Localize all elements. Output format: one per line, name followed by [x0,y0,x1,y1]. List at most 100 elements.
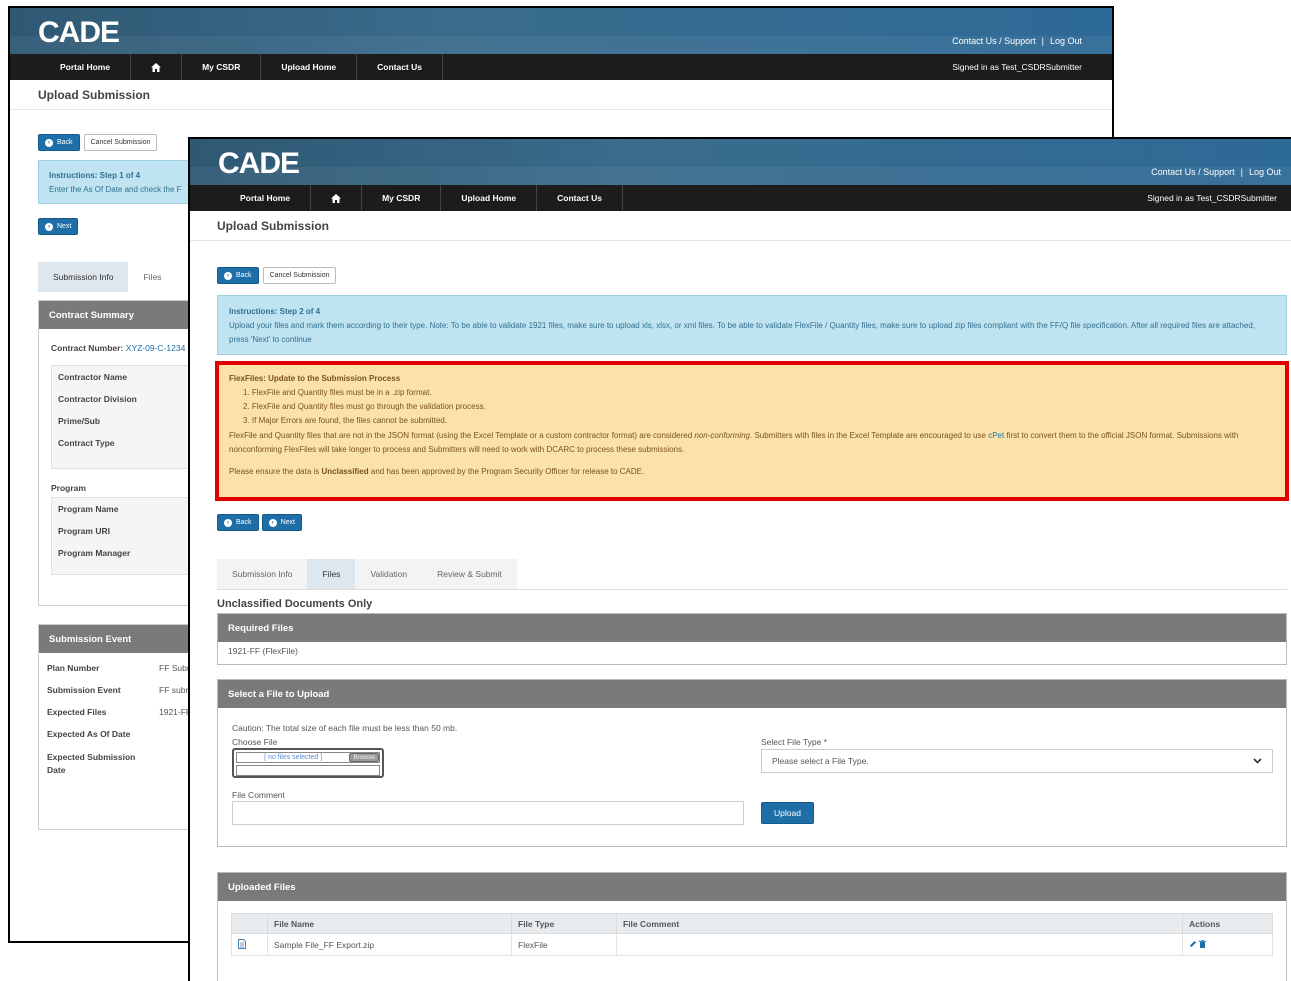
nav-portal-home[interactable]: Portal Home [190,185,312,211]
flexfile-notice-paragraph: FlexFile and Quantity files that are not… [229,431,1239,454]
required-files-title: Required Files [218,614,1286,642]
file-icon [231,933,268,956]
select-file-panel: Select a File to Upload Caution: The tot… [217,679,1287,847]
contractor-name-label: Contractor Name [58,372,127,382]
signed-in-status: Signed in as Test_CSDRSubmitter [1147,193,1277,203]
nav-portal-home[interactable]: Portal Home [10,54,132,80]
cancel-submission-button[interactable]: Cancel Submission [83,134,158,151]
logout-link[interactable]: Log Out [1050,36,1082,46]
submission-event-panel: Submission Event Plan Number FF Subm Sub… [38,624,208,830]
nav-my-csdr[interactable]: My CSDR [362,185,442,211]
contract-number-label: Contract Number: [51,343,124,353]
program-manager-label: Program Manager [58,548,131,558]
edit-pencil-icon[interactable] [1189,940,1199,950]
nav-contact-us[interactable]: Contact Us [537,185,623,211]
uploaded-files-panel: Uploaded Files File Name File Type File … [217,872,1287,981]
flexfile-notice-item: 1. FlexFile and Quantity files must be i… [243,388,432,397]
contractor-division-label: Contractor Division [58,394,137,404]
uploaded-files-table: File Name File Type File Comment Actions… [231,913,1273,956]
cpet-link[interactable]: cPet [988,431,1004,440]
unclassified-notice: Please ensure the data is Unclassified a… [229,467,645,476]
main-nav: Portal Home My CSDR Upload Home Contact … [10,54,1112,80]
logout-link[interactable]: Log Out [1249,167,1281,177]
expected-files-row: Expected Files 1921-FF [47,707,192,717]
instructions-box: Instructions: Step 2 of 4 Upload your fi… [217,295,1287,355]
page-title: Upload Submission [190,211,1291,241]
upload-button[interactable]: Upload [761,802,814,824]
tab-review-submit[interactable]: Review & Submit [422,559,517,589]
table-header-row: File Name File Type File Comment Actions [231,913,1273,934]
flexfile-notice-item: 3. If Major Errors are found, the files … [243,416,448,425]
arrow-left-icon: ‹ [45,138,53,147]
contract-number-link[interactable]: XYZ-09-C-1234 [126,343,186,353]
arrow-right-icon: › [45,222,53,231]
next-button[interactable]: › Next [38,218,79,235]
contact-support-link[interactable]: Contact Us / Support [952,36,1036,46]
foreground-window: CADE Contact Us / Support | Log Out Port… [188,137,1291,981]
arrow-left-icon: ‹ [224,271,232,280]
table-row: Sample File_FF Export.zip FlexFile [231,933,1273,956]
nav-my-csdr[interactable]: My CSDR [182,54,262,80]
nav-upload-home[interactable]: Upload Home [261,54,358,80]
link-separator: | [1240,167,1243,177]
tab-validation[interactable]: Validation [355,559,423,589]
caution-text: Caution: The total size of each file mus… [232,723,458,733]
no-files-text: [ no files selected ] [264,754,323,761]
file-chooser[interactable]: [ no files selected ] Browse [232,748,384,778]
file-comment-header: File Comment [616,913,1183,934]
expected-submission-date-row: Expected Submission Date [47,752,136,775]
home-icon[interactable] [131,54,183,80]
back-button[interactable]: ‹ Back [217,267,259,284]
brand-header: CADE Contact Us / Support | Log Out [190,139,1291,185]
expected-as-of-date-row: Expected As Of Date [47,729,131,739]
cade-logo: CADE [218,147,300,179]
cancel-submission-button[interactable]: Cancel Submission [262,267,337,284]
program-name-label: Program Name [58,504,119,514]
link-separator: | [1041,36,1044,46]
file-type-cell: FlexFile [511,933,617,956]
submission-event-row: Submission Event FF subm [47,685,193,695]
contract-summary-title: Contract Summary [39,301,207,329]
tab-submission-info[interactable]: Submission Info [217,559,308,589]
actions-header: Actions [1182,913,1273,934]
browse-button[interactable]: Browse [349,753,379,762]
nav-upload-home[interactable]: Upload Home [441,185,538,211]
chevron-down-icon [1253,756,1262,766]
prime-sub-label: Prime/Sub [58,416,101,426]
svg-text:CADE: CADE [38,16,119,48]
step-tabs: Submission Info Files Validation Review … [217,559,1287,590]
contract-summary-panel: Contract Summary Contract Number: XYZ-09… [38,300,208,606]
home-icon[interactable] [311,185,363,211]
cade-logo: CADE [38,16,120,48]
uploaded-files-title: Uploaded Files [218,873,1286,901]
choose-file-label: Choose File [232,737,278,747]
file-type-header: File Type [511,913,617,934]
signed-in-status: Signed in as Test_CSDRSubmitter [952,62,1082,72]
instructions-text: Upload your files and mark them accordin… [229,321,1255,344]
next-button[interactable]: › Next [261,514,302,531]
icon-column-header [231,913,268,934]
actions-cell [1182,933,1273,956]
contact-support-link[interactable]: Contact Us / Support [1151,167,1235,177]
unclassified-heading: Unclassified Documents Only [217,598,373,610]
submission-event-title: Submission Event [39,625,207,653]
trash-icon[interactable] [1199,939,1207,950]
arrow-right-icon: › [268,518,277,527]
tab-files[interactable]: Files [128,262,177,292]
flexfile-notice-title: FlexFiles: Update to the Submission Proc… [229,374,401,383]
back-button[interactable]: ‹ Back [217,514,259,531]
file-name-cell: Sample File_FF Export.zip [267,933,512,956]
file-type-select[interactable]: Please select a File Type. [761,749,1273,773]
tab-submission-info[interactable]: Submission Info [38,262,129,292]
back-button[interactable]: ‹ Back [38,134,80,151]
page-title: Upload Submission [10,80,1112,110]
file-name-header: File Name [267,913,512,934]
file-comment-input[interactable] [232,801,744,825]
nav-contact-us[interactable]: Contact Us [357,54,443,80]
step-tabs: Submission Info Files [38,262,198,292]
program-heading: Program [51,483,86,493]
required-file-item: 1921-FF (FlexFile) [228,646,298,656]
brand-header: CADE Contact Us / Support | Log Out [10,8,1112,54]
tab-files[interactable]: Files [307,559,356,589]
required-files-panel: Required Files 1921-FF (FlexFile) [217,613,1287,665]
